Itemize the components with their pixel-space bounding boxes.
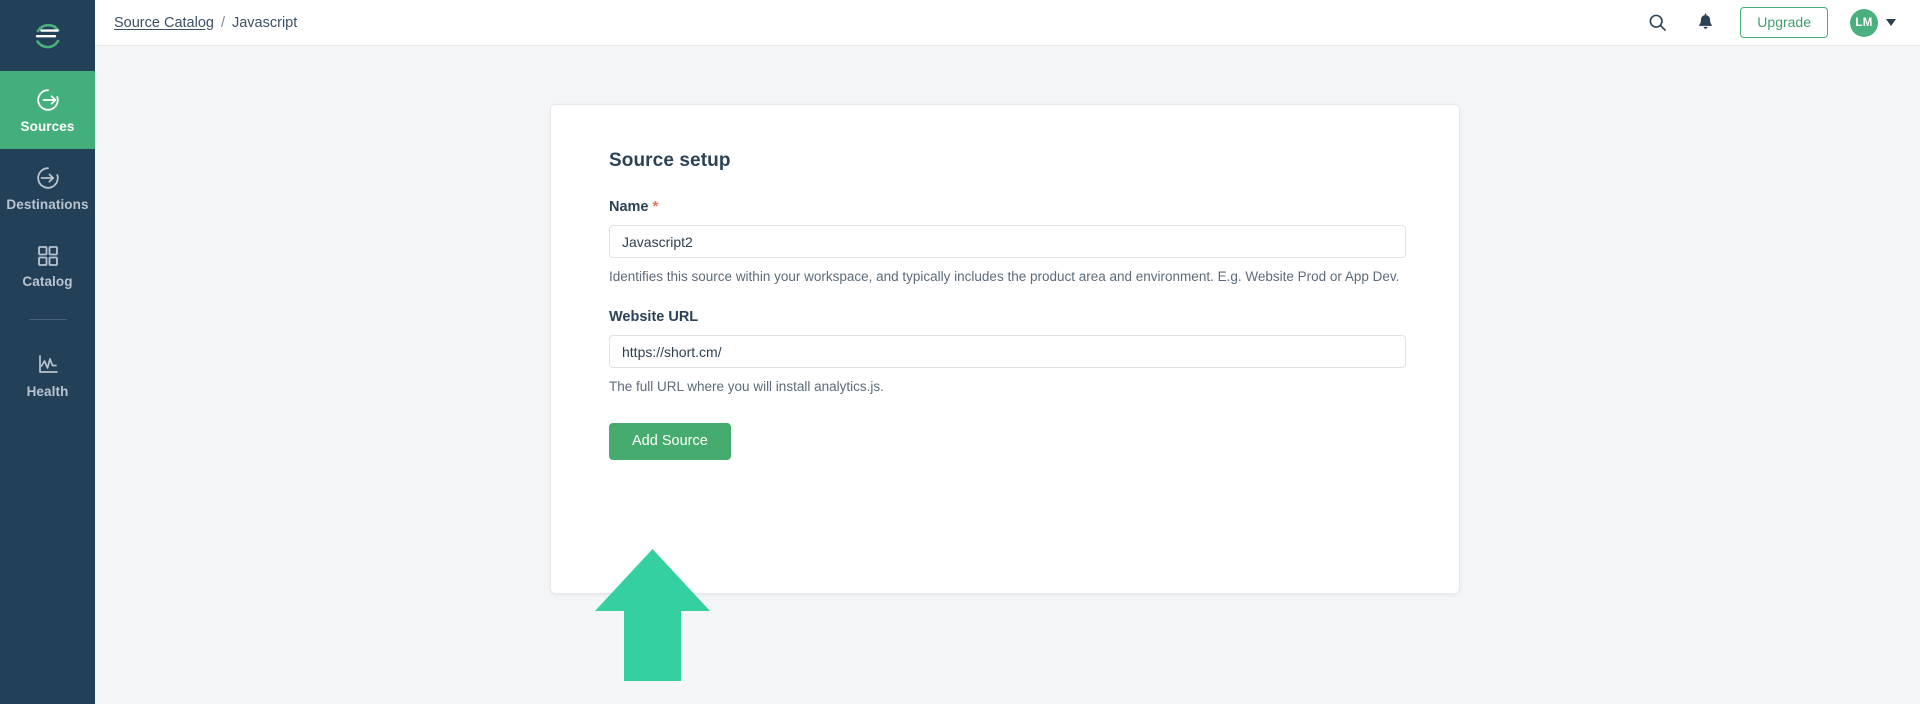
user-menu[interactable]: LM bbox=[1850, 9, 1896, 37]
avatar: LM bbox=[1850, 9, 1878, 37]
sidebar-divider bbox=[29, 319, 67, 320]
sidebar-item-health[interactable]: Health bbox=[0, 336, 95, 414]
app-root: Sources Destinations Cata bbox=[0, 0, 1920, 704]
name-helper-text: Identifies this source within your works… bbox=[609, 267, 1401, 286]
name-label-text: Name bbox=[609, 199, 649, 215]
source-setup-card: Source setup Name * Identifies this sour… bbox=[550, 104, 1460, 594]
breadcrumb-separator: / bbox=[221, 15, 225, 31]
grid-squares-icon bbox=[36, 244, 60, 268]
website-url-helper-text: The full URL where you will install anal… bbox=[609, 377, 1401, 396]
topbar-actions: Upgrade LM bbox=[1644, 7, 1896, 38]
website-url-field-group: Website URL The full URL where you will … bbox=[609, 309, 1401, 396]
upgrade-button[interactable]: Upgrade bbox=[1740, 7, 1828, 38]
sidebar-item-label: Destinations bbox=[6, 198, 88, 212]
website-url-input[interactable] bbox=[609, 335, 1406, 368]
app-logo[interactable] bbox=[0, 0, 95, 71]
breadcrumb-current: Javascript bbox=[232, 15, 297, 31]
search-button[interactable] bbox=[1644, 10, 1670, 36]
sidebar-item-label: Health bbox=[27, 385, 69, 399]
sidebar-item-catalog[interactable]: Catalog bbox=[0, 227, 95, 305]
breadcrumb-link-source-catalog[interactable]: Source Catalog bbox=[114, 15, 214, 31]
search-icon bbox=[1648, 13, 1667, 32]
add-source-button[interactable]: Add Source bbox=[609, 423, 731, 460]
sidebar-item-label: Catalog bbox=[22, 275, 72, 289]
notifications-button[interactable] bbox=[1692, 10, 1718, 36]
website-url-label-text: Website URL bbox=[609, 309, 698, 325]
arrow-in-circle-icon bbox=[35, 165, 61, 191]
topbar: Source Catalog / Javascript bbox=[95, 0, 1920, 46]
breadcrumb: Source Catalog / Javascript bbox=[114, 15, 297, 31]
pulse-chart-icon bbox=[35, 352, 61, 378]
name-label: Name * bbox=[609, 198, 1401, 215]
sidebar-item-sources[interactable]: Sources bbox=[0, 71, 95, 149]
required-marker: * bbox=[653, 198, 659, 215]
page-title: Source setup bbox=[609, 150, 1401, 172]
sidebar: Sources Destinations Cata bbox=[0, 0, 95, 704]
chevron-down-icon bbox=[1886, 19, 1896, 26]
content-column: Source Catalog / Javascript bbox=[95, 0, 1920, 704]
main-content: Source setup Name * Identifies this sour… bbox=[95, 46, 1920, 704]
website-url-label: Website URL bbox=[609, 309, 1401, 325]
segment-logo-icon bbox=[31, 19, 65, 53]
name-field-group: Name * Identifies this source within you… bbox=[609, 198, 1401, 286]
sidebar-item-destinations[interactable]: Destinations bbox=[0, 149, 95, 227]
arrow-out-circle-icon bbox=[35, 87, 61, 113]
name-input[interactable] bbox=[609, 225, 1406, 258]
sidebar-item-label: Sources bbox=[21, 120, 75, 134]
bell-icon bbox=[1696, 13, 1715, 33]
